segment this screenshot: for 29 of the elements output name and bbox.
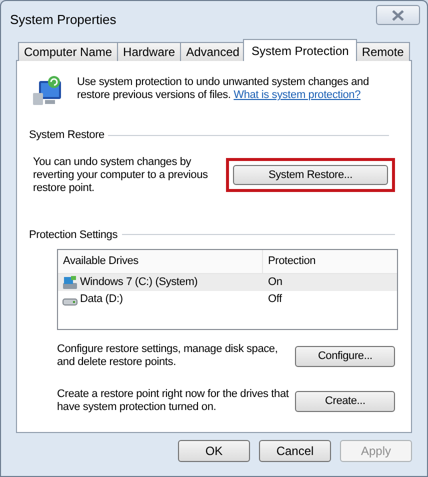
table-cell-text: Off	[267, 292, 282, 308]
column-header[interactable]: Protection	[263, 250, 397, 273]
close-icon	[391, 10, 405, 20]
tab[interactable]: Advanced	[180, 42, 246, 61]
cancel-button[interactable]: Cancel	[259, 440, 331, 462]
window-title: System Properties	[10, 11, 116, 29]
column-header[interactable]: Available Drives	[58, 250, 263, 273]
ok-button[interactable]: OK	[178, 440, 250, 462]
description-text: Configure restore settings, manage disk space, and delete restore points.	[57, 343, 279, 369]
group-heading: Protection Settings	[29, 228, 118, 242]
tab[interactable]: Remote	[356, 42, 410, 61]
system-restore-button[interactable]: System Restore...	[233, 165, 388, 185]
computer-restore-icon	[33, 75, 63, 107]
help-link[interactable]: What is system protection?	[234, 89, 361, 101]
group-heading: System Restore	[29, 128, 104, 143]
create-button[interactable]: Create...	[295, 390, 395, 412]
table-cell-text: On	[267, 275, 282, 290]
drive-row[interactable]: Windows 7 (C:) (System) On	[58, 274, 397, 291]
tab[interactable]: System Protection	[243, 39, 357, 61]
system-drive-icon	[62, 276, 78, 290]
description-text: You can undo system changes by reverting your computer to a previous restore point.	[33, 156, 209, 194]
table-cell-text: Data (D:)	[80, 292, 123, 308]
close-button[interactable]	[376, 5, 420, 25]
description-text: Create a restore point right now for the drives that have system protection turned on.	[57, 388, 290, 414]
table-cell-text: Windows 7 (C:) (System)	[80, 275, 198, 290]
tab[interactable]: Hardware	[117, 42, 182, 61]
description-text: Use system protection to undo unwanted system changes and restore previous versions of files. What is system protection?	[77, 75, 370, 102]
configure-button[interactable]: Configure...	[295, 346, 395, 366]
tab[interactable]: Computer Name	[18, 42, 118, 61]
